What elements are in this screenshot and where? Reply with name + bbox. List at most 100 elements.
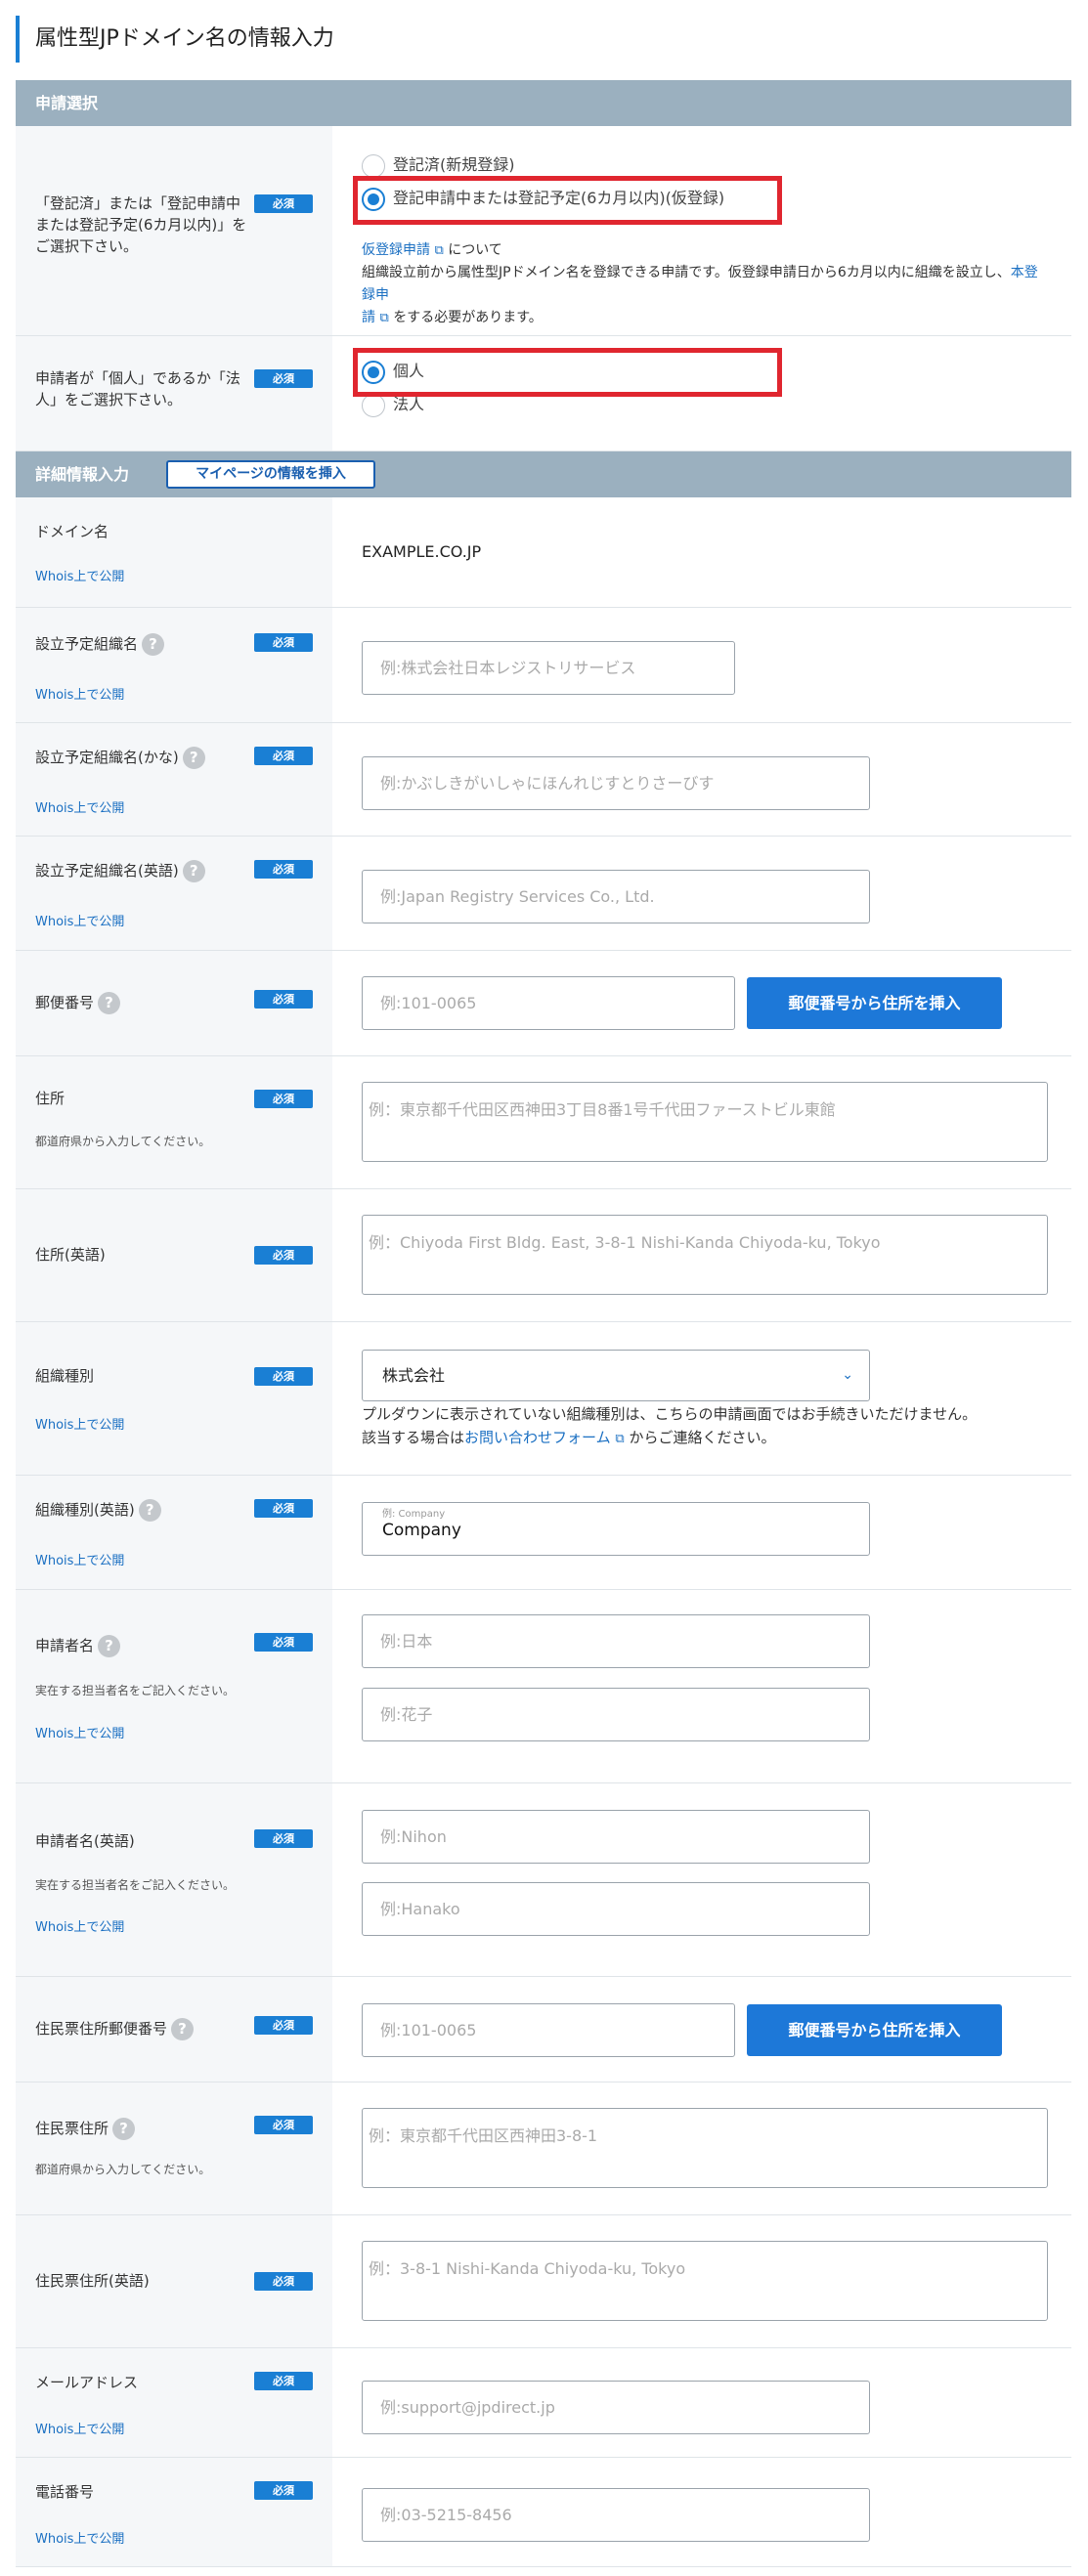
external-link-icon: ⧉ [379, 311, 389, 325]
org-name-input[interactable]: 例:株式会社日本レジストリサービス [362, 641, 735, 695]
phone-input[interactable]: 例:03-5215-8456 [362, 2488, 870, 2542]
insert-address-from-zip-button[interactable]: 郵便番号から住所を挿入 [747, 2004, 1002, 2056]
applicant-name-en-row: 申請者名(英語) 必須 実在する担当者名をご記入ください。 Whois上で公開 … [16, 1783, 1071, 1977]
postal-code-label: 郵便番号? [35, 992, 121, 1014]
required-badge: 必須 [254, 860, 313, 879]
applicant-name-label: 申請者名? [35, 1635, 121, 1657]
required-badge: 必須 [254, 633, 313, 652]
row-label-cell: 申請者名? 必須 実在する担当者名をご記入ください。 Whois上で公開 [16, 1590, 332, 1782]
applicant-last-name-input[interactable]: 例:日本 [362, 1614, 870, 1668]
phone-row: 電話番号 必須 Whois上で公開 例:03-5215-8456 [16, 2458, 1071, 2567]
registration-status-label: 「登記済」または「登記申請中または登記予定(6カ月以内)」をご選択下さい。 [35, 194, 247, 255]
address-label: 住所 [35, 1090, 65, 1107]
insert-mypage-info-button[interactable]: マイページの情報を挿入 [166, 460, 375, 489]
org-name-en-input[interactable]: 例:Japan Registry Services Co., Ltd. [362, 870, 870, 923]
whois-public-note: Whois上で公開 [35, 1727, 125, 1741]
row-label-cell: 設立予定組織名(かな)? 必須 Whois上で公開 [16, 723, 332, 836]
help-icon[interactable]: ? [182, 747, 205, 769]
whois-public-note: Whois上で公開 [35, 2423, 125, 2437]
address-en-textarea[interactable]: 例：Chiyoda First Bldg. East, 3-8-1 Nishi-… [362, 1215, 1048, 1295]
help-icon[interactable]: ? [182, 860, 205, 882]
provisional-note: 仮登録申請 ⧉ について 組織設立前から属性型JPドメイン名を登録できる申請です… [362, 242, 1038, 325]
required-badge: 必須 [254, 1367, 313, 1386]
row-label-cell: 住所(英語) 必須 [16, 1189, 332, 1321]
address-en-label: 住所(英語) [35, 1246, 106, 1264]
section-header-application: 申請選択 [16, 80, 1071, 126]
whois-public-note: Whois上で公開 [35, 1920, 125, 1935]
resident-postal-input[interactable]: 例:101-0065 [362, 2003, 735, 2057]
applicant-type-label: 申請者が「個人」であるか「法人」をご選択下さい。 [35, 369, 240, 408]
real-person-hint: 実在する担当者名をご記入ください。 [35, 1684, 236, 1697]
whois-public-note: Whois上で公開 [35, 2532, 125, 2547]
page-title: 属性型JPドメイン名の情報入力 [16, 16, 1071, 63]
email-label: メールアドレス [35, 2374, 139, 2391]
resident-address-en-label: 住民票住所(英語) [35, 2272, 150, 2290]
required-badge: 必須 [254, 2272, 313, 2291]
radio-label: 法人 [393, 395, 425, 413]
required-badge: 必須 [254, 2372, 313, 2390]
required-badge: 必須 [254, 2481, 313, 2500]
applicant-first-name-input[interactable]: 例:花子 [362, 1688, 870, 1741]
row-label-cell: 電話番号 必須 Whois上で公開 [16, 2458, 332, 2566]
resident-address-en-textarea[interactable]: 例：3-8-1 Nishi-Kanda Chiyoda-ku, Tokyo [362, 2241, 1048, 2321]
applicant-name-en-label: 申請者名(英語) [35, 1832, 135, 1850]
contact-form-link[interactable]: お問い合わせフォーム [464, 1429, 611, 1446]
row-label-cell: メールアドレス 必須 Whois上で公開 [16, 2348, 332, 2457]
org-name-en-row: 設立予定組織名(英語)? 必須 Whois上で公開 例:Japan Regist… [16, 837, 1071, 951]
applicant-first-name-en-input[interactable]: 例:Hanako [362, 1882, 870, 1936]
required-badge: 必須 [254, 1633, 313, 1652]
external-link-icon: ⧉ [615, 1432, 625, 1446]
insert-address-from-zip-button[interactable]: 郵便番号から住所を挿入 [747, 977, 1002, 1029]
applicant-last-name-en-input[interactable]: 例:Nihon [362, 1810, 870, 1864]
postal-code-input[interactable]: 例:101-0065 [362, 976, 735, 1030]
help-icon[interactable]: ? [142, 633, 165, 656]
row-label-cell: 住民票住所? 必須 都道府県から入力してください。 [16, 2082, 332, 2214]
external-link-icon: ⧉ [434, 243, 444, 258]
prefecture-hint: 都道府県から入力してください。 [35, 2163, 211, 2176]
address-en-row: 住所(英語) 必須 例：Chiyoda First Bldg. East, 3-… [16, 1189, 1071, 1322]
required-badge: 必須 [254, 1829, 313, 1848]
org-name-label: 設立予定組織名? [35, 633, 165, 656]
highlight-box [353, 348, 782, 397]
required-badge: 必須 [254, 369, 313, 388]
domain-row: ドメイン名 Whois上で公開 EXAMPLE.CO.JP [16, 497, 1071, 608]
help-icon[interactable]: ? [138, 1499, 161, 1522]
radio-registered[interactable]: 登記済(新規登録) [362, 153, 515, 178]
row-label-cell: 住所 必須 都道府県から入力してください。 [16, 1056, 332, 1188]
whois-public-note: Whois上で公開 [35, 801, 125, 816]
whois-public-note: Whois上で公開 [35, 688, 125, 703]
required-badge: 必須 [254, 2116, 313, 2134]
required-badge: 必須 [254, 194, 313, 213]
org-type-en-label: 組織種別(英語)? [35, 1499, 161, 1522]
resident-address-textarea[interactable]: 例：東京都千代田区西神田3-8-1 [362, 2108, 1048, 2188]
help-icon[interactable]: ? [112, 2118, 136, 2140]
resident-postal-row: 住民票住所郵便番号? 必須 例:101-0065 郵便番号から住所を挿入 [16, 1977, 1071, 2082]
org-name-en-label: 設立予定組織名(英語)? [35, 860, 205, 882]
radio-icon [362, 153, 385, 178]
row-label-cell: 設立予定組織名(英語)? 必須 Whois上で公開 [16, 837, 332, 950]
help-icon[interactable]: ? [171, 2018, 195, 2040]
row-label-cell: 申請者が「個人」であるか「法人」をご選択下さい。 必須 [16, 336, 332, 451]
email-row: メールアドレス 必須 Whois上で公開 例:support@jpdirect.… [16, 2348, 1071, 2458]
org-type-select[interactable]: 株式会社 ⌄ [362, 1350, 870, 1401]
org-name-kana-input[interactable]: 例:かぶしきがいしゃにほんれじすとりさーびす [362, 756, 870, 810]
required-badge: 必須 [254, 2016, 313, 2035]
registration-status-row: 「登記済」または「登記申請中または登記予定(6カ月以内)」をご選択下さい。 必須… [16, 126, 1071, 336]
help-icon[interactable]: ? [98, 1635, 121, 1657]
row-label-cell: 住民票住所(英語) 必須 [16, 2215, 332, 2347]
address-textarea[interactable]: 例：東京都千代田区西神田3丁目8番1号千代田ファーストビル東館 [362, 1082, 1048, 1162]
provisional-link[interactable]: 仮登録申請 [362, 242, 430, 258]
email-input[interactable]: 例:support@jpdirect.jp [362, 2381, 870, 2434]
domain-value: EXAMPLE.CO.JP [362, 542, 482, 561]
help-icon[interactable]: ? [98, 992, 121, 1014]
radio-label: 登記済(新規登録) [393, 155, 515, 174]
org-type-en-input[interactable]: 例: Company Company [362, 1502, 870, 1556]
required-badge: 必須 [254, 1246, 313, 1265]
real-person-hint: 実在する担当者名をご記入ください。 [35, 1878, 236, 1892]
whois-public-note: Whois上で公開 [35, 570, 125, 584]
row-label-cell: 申請者名(英語) 必須 実在する担当者名をご記入ください。 Whois上で公開 [16, 1783, 332, 1976]
row-label-cell: 設立予定組織名? 必須 Whois上で公開 [16, 608, 332, 722]
select-value: 株式会社 [382, 1366, 446, 1385]
org-type-en-row: 組織種別(英語)? 必須 Whois上で公開 例: Company Compan… [16, 1476, 1071, 1590]
org-name-kana-row: 設立予定組織名(かな)? 必須 Whois上で公開 例:かぶしきがいしゃにほんれ… [16, 723, 1071, 837]
